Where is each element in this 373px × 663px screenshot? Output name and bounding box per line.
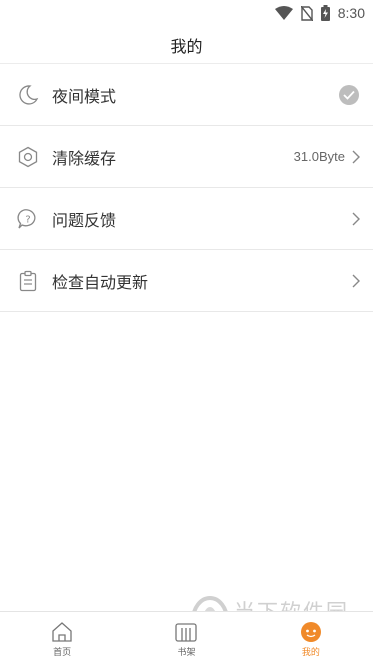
- chevron-right-icon: [351, 273, 361, 289]
- menu-item-check-update[interactable]: 检查自动更新: [0, 250, 373, 312]
- status-bar: 8:30: [0, 0, 373, 26]
- menu-item-label: 夜间模式: [52, 86, 117, 106]
- moon-icon: [17, 84, 39, 106]
- chevron-right-icon: [351, 149, 361, 165]
- wifi-icon: [274, 6, 293, 20]
- menu-item-clear-cache[interactable]: 清除缓存 31.0Byte: [0, 126, 373, 188]
- page-title: 我的: [170, 36, 203, 56]
- page-header: 我的: [0, 26, 373, 64]
- feedback-icon: ?: [17, 208, 39, 230]
- cache-icon: [17, 146, 39, 168]
- chevron-right-icon: [351, 211, 361, 227]
- tab-home[interactable]: 首页: [0, 612, 124, 663]
- cache-size-value: 31.0Byte: [293, 149, 345, 164]
- settings-menu: 夜间模式 清除缓存 31.0Byte ? 问题反馈 检查自动更新: [0, 64, 373, 312]
- tab-profile[interactable]: 我的: [249, 612, 373, 663]
- check-badge-icon[interactable]: [339, 84, 359, 105]
- tab-label: 首页: [53, 648, 72, 658]
- menu-item-label: 问题反馈: [52, 210, 117, 230]
- battery-charging-icon: [320, 5, 330, 21]
- menu-item-feedback[interactable]: ? 问题反馈: [0, 188, 373, 250]
- menu-item-night-mode[interactable]: 夜间模式: [0, 64, 373, 126]
- menu-item-label: 清除缓存: [52, 148, 117, 168]
- bookshelf-icon: [174, 621, 198, 643]
- clipboard-icon: [17, 270, 39, 292]
- profile-icon: [299, 621, 323, 643]
- tab-bookshelf[interactable]: 书架: [124, 612, 248, 663]
- home-icon: [50, 621, 74, 643]
- tab-label: 书架: [177, 648, 196, 658]
- no-sim-icon: [300, 5, 313, 21]
- tab-label: 我的: [301, 648, 320, 658]
- svg-text:?: ?: [25, 214, 30, 225]
- status-time: 8:30: [337, 5, 365, 21]
- bottom-tab-bar: 首页 书架 我的: [0, 611, 373, 663]
- menu-item-label: 检查自动更新: [52, 272, 149, 292]
